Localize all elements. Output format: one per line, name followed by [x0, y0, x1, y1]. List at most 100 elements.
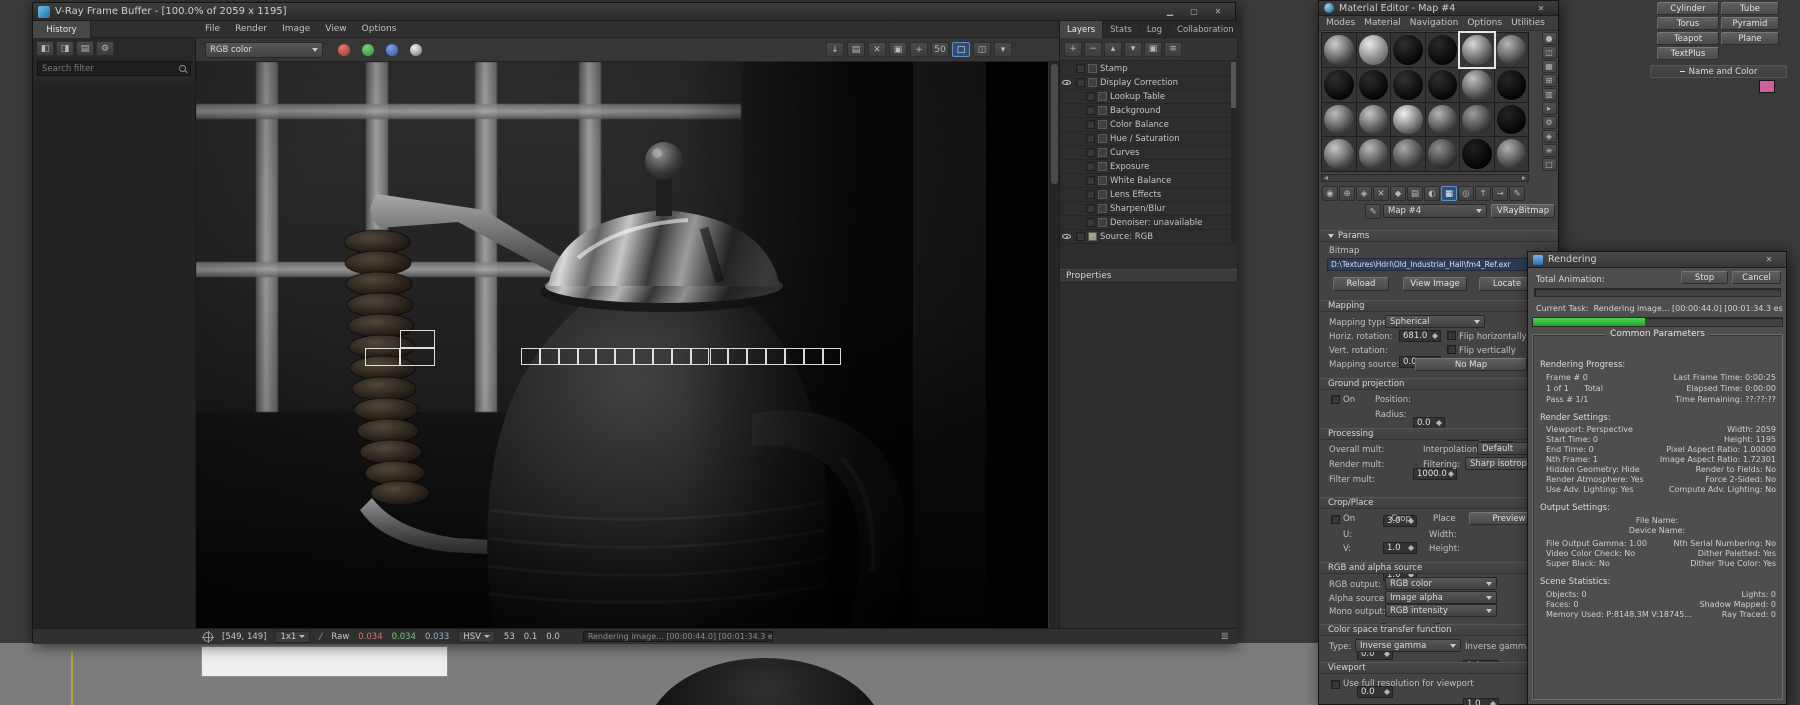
history-options-icon[interactable]: ⚙ — [96, 41, 114, 56]
material-slot[interactable] — [1391, 33, 1425, 67]
create-button-pyramid[interactable]: Pyramid — [1721, 17, 1779, 30]
layer-add-icon[interactable]: + — [1064, 41, 1082, 57]
menu-file[interactable]: File — [205, 24, 220, 34]
colorspace-type-dropdown[interactable]: Inverse gamma — [1355, 639, 1461, 652]
material-slot[interactable] — [1425, 137, 1459, 171]
compare-icon[interactable]: ◫ — [973, 42, 991, 57]
layer-checkbox[interactable] — [1086, 134, 1095, 143]
material-slot[interactable] — [1494, 102, 1528, 137]
layer-checkbox[interactable] — [1086, 148, 1095, 157]
render-view-scrollbar[interactable] — [1048, 62, 1059, 628]
layer-row[interactable]: Color Balance — [1060, 118, 1231, 132]
material-slot[interactable] — [1460, 137, 1494, 171]
layer-checkbox[interactable] — [1086, 92, 1095, 101]
tab-stats[interactable]: Stats — [1103, 21, 1140, 38]
visibility-eye-icon[interactable] — [1062, 234, 1071, 239]
go-forward-icon[interactable]: → — [1492, 186, 1508, 201]
tiling-icon[interactable]: ⊞ — [1541, 74, 1557, 87]
material-slot[interactable] — [1391, 137, 1425, 171]
menu-render[interactable]: Render — [235, 24, 267, 34]
map-type-button[interactable]: VRayBitmap — [1491, 204, 1555, 218]
blue-channel-icon[interactable] — [386, 44, 398, 56]
material-navigator-icon[interactable]: ≡ — [1541, 144, 1557, 157]
go-to-parent-icon[interactable]: ↑ — [1475, 186, 1491, 201]
render-mult-spinner[interactable]: 1.0 — [1383, 542, 1417, 554]
material-slot[interactable] — [1322, 137, 1356, 171]
properties-header[interactable]: Properties — [1060, 269, 1237, 283]
material-slot[interactable] — [1460, 67, 1494, 102]
layer-up-icon[interactable]: ▴ — [1104, 41, 1122, 57]
rendering-titlebar[interactable]: Rendering ✕ — [1528, 252, 1786, 268]
bitmap-path-field[interactable]: D:\Textures\Hdri\Old_Industrial_Hall\fm4… — [1327, 258, 1552, 271]
layer-row[interactable]: Lens Effects — [1060, 188, 1231, 202]
create-button-textplus[interactable]: TextPlus — [1657, 47, 1719, 60]
tab-collaboration[interactable]: Collaboration — [1170, 21, 1242, 38]
select-by-material-icon[interactable]: ◈ — [1541, 130, 1557, 143]
menu-navigation[interactable]: Navigation — [1410, 18, 1459, 28]
layer-checkbox[interactable] — [1086, 162, 1095, 171]
layer-row[interactable]: Exposure — [1060, 160, 1231, 174]
get-material-icon[interactable]: ◉ — [1322, 186, 1338, 201]
backlight-icon[interactable]: ◫ — [1541, 46, 1557, 59]
params-rollout-header[interactable]: Params — [1320, 230, 1557, 242]
pin-icon[interactable]: □ — [1541, 158, 1557, 171]
green-channel-icon[interactable] — [362, 44, 374, 56]
create-button-torus[interactable]: Torus — [1657, 17, 1719, 30]
mapping-source-button[interactable]: No Map — [1415, 358, 1527, 371]
layer-remove-icon[interactable]: − — [1084, 41, 1102, 57]
make-preview-icon[interactable]: ▸ — [1541, 102, 1557, 115]
material-slot[interactable] — [1356, 67, 1390, 102]
history-save-icon[interactable]: ◧ — [36, 41, 54, 56]
save-image-icon[interactable]: ↓ — [826, 42, 844, 57]
stop-button[interactable]: Stop — [1681, 271, 1728, 284]
layer-menu-icon[interactable]: ≡ — [1164, 41, 1182, 57]
menu-modes[interactable]: Modes — [1326, 18, 1355, 28]
put-to-scene-icon[interactable]: ⊕ — [1339, 186, 1355, 201]
red-channel-icon[interactable] — [338, 44, 350, 56]
object-color-swatch[interactable] — [1759, 80, 1775, 93]
material-slot[interactable] — [1356, 137, 1390, 171]
layer-checkbox[interactable] — [1076, 232, 1085, 241]
material-slot[interactable] — [1494, 67, 1528, 102]
toolbar-menu-icon[interactable]: ▾ — [994, 42, 1012, 57]
load-image-icon[interactable]: ▤ — [847, 42, 865, 57]
menu-view[interactable]: View — [325, 24, 346, 34]
rename-map-icon[interactable]: ✎ — [1365, 204, 1381, 219]
show-end-result-icon[interactable]: ◎ — [1458, 186, 1474, 201]
layer-row[interactable]: Sharpen/Blur — [1060, 202, 1231, 216]
clear-image-icon[interactable]: ✕ — [868, 42, 886, 57]
layer-duplicate-icon[interactable]: ▣ — [1144, 41, 1162, 57]
ground-on-checkbox[interactable] — [1331, 395, 1340, 404]
channel-dropdown[interactable]: RGB color — [205, 42, 323, 58]
mono-output-dropdown[interactable]: RGB intensity — [1385, 604, 1497, 617]
assign-material-icon[interactable]: ◈ — [1356, 186, 1372, 201]
material-slot[interactable] — [1322, 67, 1356, 102]
create-button-tube[interactable]: Tube — [1721, 2, 1779, 15]
menu-utilities[interactable]: Utilities — [1511, 18, 1545, 28]
video-color-check-icon[interactable]: ▥ — [1541, 88, 1557, 101]
material-slot[interactable] — [1356, 33, 1390, 67]
color-model-dropdown[interactable]: HSV — [458, 630, 495, 643]
minimize-icon[interactable]: ▁ — [1158, 5, 1182, 18]
close-icon[interactable]: ✕ — [1206, 5, 1230, 18]
menu-image[interactable]: Image — [282, 24, 310, 34]
flip-horizontal-checkbox[interactable] — [1447, 331, 1456, 340]
layer-list-scrollbar[interactable] — [1231, 62, 1236, 244]
follow-mouse-icon[interactable]: + — [910, 42, 928, 57]
layer-checkbox[interactable] — [1086, 106, 1095, 115]
material-slot[interactable] — [1356, 102, 1390, 137]
layer-row[interactable]: Lookup Table — [1060, 90, 1231, 104]
layer-checkbox[interactable] — [1086, 176, 1095, 185]
layer-down-icon[interactable]: ▾ — [1124, 41, 1142, 57]
material-slot[interactable] — [1494, 137, 1528, 171]
material-slot[interactable] — [1322, 102, 1356, 137]
crop-on-checkbox[interactable] — [1331, 515, 1340, 524]
layer-checkbox[interactable] — [1086, 190, 1095, 199]
me-titlebar[interactable]: Material Editor - Map #4 ✕ — [1319, 1, 1558, 16]
layer-row[interactable]: Display Correction — [1060, 76, 1231, 90]
layer-checkbox[interactable] — [1086, 120, 1095, 129]
material-slot[interactable] — [1425, 33, 1459, 67]
close-icon[interactable]: ✕ — [1529, 2, 1553, 15]
layer-row[interactable]: Curves — [1060, 146, 1231, 160]
reload-button[interactable]: Reload — [1333, 277, 1389, 291]
